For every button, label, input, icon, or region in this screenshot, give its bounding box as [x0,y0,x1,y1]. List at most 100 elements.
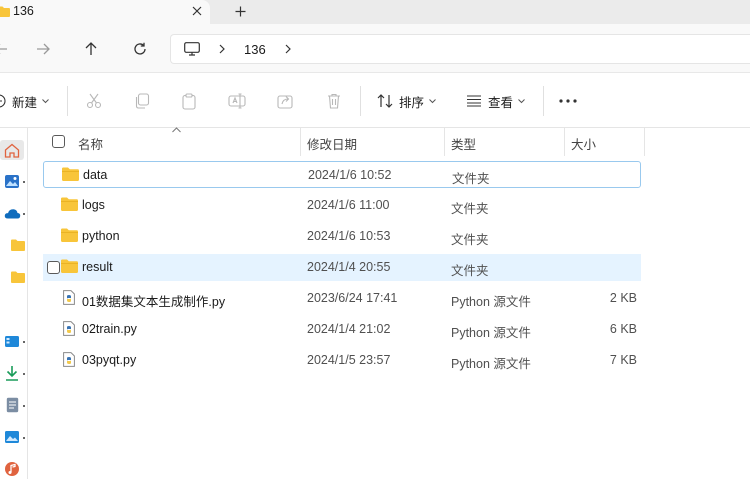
pictures-icon[interactable] [2,427,22,447]
sort-ascending-icon [172,127,181,133]
file-type: Python 源文件 [451,357,531,371]
file-type: 文件夹 [451,264,489,278]
folder-icon [0,6,10,20]
sort-label: 排序 [399,95,425,110]
file-size: 7 KB [609,353,637,367]
file-row-py-02[interactable]: 02train.py 2024/1/4 21:02 Python 源文件 6 K… [43,316,641,343]
breadcrumb-item[interactable]: 136 [244,42,266,57]
column-type-label: 类型 [451,138,477,152]
file-row-result[interactable]: result 2024/1/4 20:55 文件夹 [43,254,641,281]
folder-icon [61,259,78,276]
folder-icon[interactable] [8,267,28,287]
more-options-icon[interactable] [557,90,579,112]
chevron-down-icon [429,98,436,103]
folder-icon[interactable] [8,235,28,255]
file-row-data[interactable]: data 2024/1/6 10:52 文件夹 [43,161,641,188]
chevron-right-icon[interactable] [285,43,291,57]
divider [67,86,68,116]
column-size-label: 大小 [571,138,597,152]
onedrive-icon[interactable] [2,203,22,223]
folder-icon [61,197,78,214]
column-header-size[interactable]: 大小 [571,128,641,156]
rename-icon[interactable] [226,90,248,112]
tab-strip: 136 [0,0,750,24]
row-checkbox[interactable] [47,261,60,274]
close-icon[interactable] [187,1,207,21]
view-button[interactable]: 查看 [466,87,525,115]
file-date: 2024/1/6 10:52 [308,168,392,182]
file-type: Python 源文件 [451,295,531,309]
file-type: 文件夹 [452,172,490,186]
file-type: 文件夹 [451,202,489,216]
python-file-icon [63,290,75,308]
file-size: 2 KB [609,291,637,305]
sort-button[interactable]: 排序 [377,87,436,115]
file-name: 03pyqt.py [82,353,137,367]
truncation-dot [23,213,25,215]
tab-136[interactable]: 136 [0,0,210,24]
new-label: 新建 [12,95,38,110]
command-bar: 新建 排序 查看 [0,72,750,128]
file-name: result [82,260,113,274]
file-name: data [83,168,108,182]
file-name: logs [82,198,105,212]
download-icon[interactable] [2,363,22,383]
gallery-icon[interactable] [2,171,22,191]
view-list-icon [467,95,481,107]
file-row-py-01[interactable]: 01数据集文本生成制作.py 2023/6/24 17:41 Python 源文… [43,285,641,312]
python-file-icon [63,352,75,370]
refresh-icon[interactable] [127,36,153,62]
column-header-name[interactable]: 名称 [78,127,300,156]
chevron-right-icon[interactable] [219,43,225,57]
address-bar[interactable]: 136 [170,34,750,64]
column-divider[interactable] [644,128,645,156]
chevron-down-icon [518,98,525,103]
column-divider[interactable] [300,128,301,156]
python-file-icon [63,321,75,339]
file-row-py-03[interactable]: 03pyqt.py 2024/1/5 23:57 Python 源文件 7 KB [43,347,641,374]
column-divider[interactable] [444,128,445,156]
column-name-label: 名称 [78,138,104,152]
file-name: 02train.py [82,322,137,336]
navigation-pane [0,128,28,479]
truncation-dot [23,405,25,407]
desktop-icon[interactable] [2,331,22,351]
file-name: python [82,229,120,243]
file-size: 6 KB [609,322,637,336]
arrow-right-icon[interactable] [30,36,56,62]
arrow-left-icon[interactable] [0,36,14,62]
file-type: Python 源文件 [451,326,531,340]
plus-icon[interactable] [229,0,251,22]
file-row-logs[interactable]: logs 2024/1/6 11:00 文件夹 [43,192,641,219]
home-icon[interactable] [0,140,24,160]
file-date: 2024/1/6 11:00 [307,198,390,212]
arrow-up-icon[interactable] [78,36,104,62]
delete-icon[interactable] [323,90,345,112]
share-icon[interactable] [274,90,296,112]
documents-icon[interactable] [2,395,22,415]
truncation-dot [23,373,25,375]
file-date: 2024/1/5 23:57 [307,353,391,367]
paste-icon[interactable] [178,90,200,112]
column-header-date[interactable]: 修改日期 [307,128,437,156]
folder-icon [62,167,79,184]
file-date: 2024/1/4 21:02 [307,322,391,336]
file-date: 2024/1/4 20:55 [307,260,391,274]
file-type: 文件夹 [451,233,489,247]
file-row-python[interactable]: python 2024/1/6 10:53 文件夹 [43,223,641,250]
navigation-bar: 136 [0,24,750,72]
plus-circle-icon [0,94,6,108]
chevron-down-icon [42,98,49,103]
column-header-type[interactable]: 类型 [451,128,561,156]
checkbox[interactable] [52,135,65,148]
folder-icon [61,228,78,245]
column-divider[interactable] [564,128,565,156]
music-icon[interactable] [2,459,22,479]
new-button[interactable]: 新建 [0,87,49,115]
monitor-icon [184,42,200,59]
file-name: 01数据集文本生成制作.py [82,295,226,309]
tab-title: 136 [13,4,34,18]
truncation-dot [23,341,25,343]
copy-icon[interactable] [131,90,153,112]
cut-icon[interactable] [83,90,105,112]
